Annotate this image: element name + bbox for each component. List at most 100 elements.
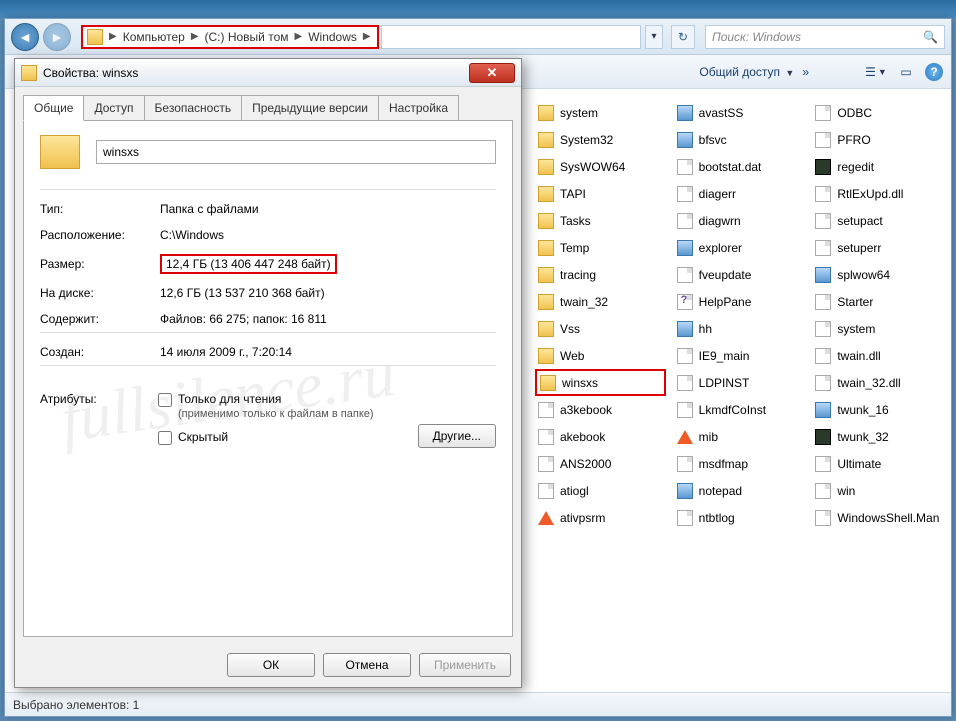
file-item[interactable]: IE9_main (674, 342, 805, 369)
nav-forward-button[interactable]: ► (43, 23, 71, 51)
file-item[interactable]: System32 (535, 126, 666, 153)
properties-dialog: Свойства: winsxs ✕ Общие Доступ Безопасн… (14, 58, 522, 688)
file-item[interactable]: notepad (674, 477, 805, 504)
file-icon (677, 402, 693, 418)
file-item[interactable]: akebook (535, 423, 666, 450)
file-item[interactable]: TAPI (535, 180, 666, 207)
file-label: ativpsrm (560, 511, 605, 525)
file-item[interactable]: system (812, 315, 943, 342)
file-item[interactable]: ntbtlog (674, 504, 805, 531)
dialog-titlebar[interactable]: Свойства: winsxs ✕ (15, 59, 521, 87)
file-item[interactable]: ANS2000 (535, 450, 666, 477)
search-input[interactable]: Поиск: Windows 🔍 (705, 25, 945, 49)
file-label: Temp (560, 241, 589, 255)
file-item[interactable]: WindowsShell.Man (812, 504, 943, 531)
file-item[interactable]: diagerr (674, 180, 805, 207)
folder-icon (87, 29, 103, 45)
file-icon (538, 402, 554, 418)
dark-icon (815, 159, 831, 175)
file-item[interactable]: Ultimate (812, 450, 943, 477)
tab-previous-versions[interactable]: Предыдущие версии (242, 95, 379, 121)
chevron-right-icon[interactable]: ▶ (107, 31, 119, 42)
file-item[interactable]: winsxs (535, 369, 666, 396)
file-item[interactable]: win (812, 477, 943, 504)
file-label: twunk_16 (837, 403, 888, 417)
file-item[interactable]: splwow64 (812, 261, 943, 288)
breadcrumb[interactable]: ▶ Компьютер ▶ (C:) Новый том ▶ Windows ▶ (81, 25, 379, 49)
other-attributes-button[interactable]: Другие... (418, 424, 496, 448)
file-item[interactable]: explorer (674, 234, 805, 261)
status-text: Выбрано элементов: 1 (13, 698, 139, 712)
preview-pane-button[interactable]: ▭ (895, 61, 917, 83)
chevron-right-icon[interactable]: ▶ (293, 31, 305, 42)
nav-back-button[interactable]: ◄ (11, 23, 39, 51)
file-item[interactable]: twain_32.dll (812, 369, 943, 396)
file-item[interactable]: a3kebook (535, 396, 666, 423)
address-dropdown[interactable]: ▾ (645, 25, 663, 49)
readonly-checkbox[interactable]: Только для чтения (применимо только к фа… (158, 392, 404, 420)
file-item[interactable]: Web (535, 342, 666, 369)
file-item[interactable]: ativpsrm (535, 504, 666, 531)
file-item[interactable]: mib (674, 423, 805, 450)
cancel-button[interactable]: Отмена (323, 653, 411, 677)
file-item[interactable]: avastSS (674, 99, 805, 126)
tab-customize[interactable]: Настройка (379, 95, 459, 121)
folder-icon (538, 213, 554, 229)
readonly-label: Только для чтения (178, 392, 281, 406)
file-item[interactable]: Tasks (535, 207, 666, 234)
file-item[interactable]: twunk_32 (812, 423, 943, 450)
file-item[interactable]: hh (674, 315, 805, 342)
chevron-right-icon[interactable]: ▶ (361, 31, 373, 42)
folder-name-input[interactable] (96, 140, 496, 164)
close-button[interactable]: ✕ (469, 63, 515, 83)
breadcrumb-seg[interactable]: (C:) Новый том (201, 30, 293, 44)
breadcrumb-seg[interactable]: Компьютер (119, 30, 189, 44)
file-item[interactable]: tracing (535, 261, 666, 288)
chevron-right-icon[interactable]: ▶ (189, 31, 201, 42)
hidden-input[interactable] (158, 431, 172, 445)
file-label: twain_32.dll (837, 376, 900, 390)
file-item[interactable]: msdfmap (674, 450, 805, 477)
file-item[interactable]: regedit (812, 153, 943, 180)
readonly-input[interactable] (158, 393, 172, 407)
more-menu[interactable]: » (802, 65, 809, 79)
file-item[interactable]: SysWOW64 (535, 153, 666, 180)
view-mode-button[interactable]: ☰ ▼ (865, 61, 887, 83)
folder-icon (21, 65, 37, 81)
file-item[interactable]: twunk_16 (812, 396, 943, 423)
file-item[interactable]: bootstat.dat (674, 153, 805, 180)
address-input[interactable] (381, 25, 641, 49)
file-item[interactable]: LDPINST (674, 369, 805, 396)
breadcrumb-seg[interactable]: Windows (304, 30, 361, 44)
file-item[interactable]: bfsvc (674, 126, 805, 153)
file-item[interactable]: LkmdfCoInst (674, 396, 805, 423)
contains-label: Содержит: (40, 312, 160, 326)
hidden-checkbox[interactable]: Скрытый (158, 430, 404, 445)
file-item[interactable]: diagwrn (674, 207, 805, 234)
file-item[interactable]: Temp (535, 234, 666, 261)
file-item[interactable]: PFRO (812, 126, 943, 153)
file-item[interactable]: RtlExUpd.dll (812, 180, 943, 207)
file-item[interactable]: atiogl (535, 477, 666, 504)
file-item[interactable]: fveupdate (674, 261, 805, 288)
file-item[interactable]: ODBC (812, 99, 943, 126)
apply-button[interactable]: Применить (419, 653, 511, 677)
tab-access[interactable]: Доступ (84, 95, 144, 121)
file-item[interactable]: Vss (535, 315, 666, 342)
file-label: bootstat.dat (699, 160, 762, 174)
dialog-buttons: ОК Отмена Применить (15, 645, 521, 687)
refresh-button[interactable]: ↻ (671, 25, 695, 49)
file-item[interactable]: Starter (812, 288, 943, 315)
file-item[interactable]: setupact (812, 207, 943, 234)
tab-security[interactable]: Безопасность (145, 95, 243, 121)
ok-button[interactable]: ОК (227, 653, 315, 677)
share-menu[interactable]: Общий доступ ▼ (699, 65, 794, 79)
file-item[interactable]: system (535, 99, 666, 126)
file-item[interactable]: twain_32 (535, 288, 666, 315)
file-item[interactable]: setuperr (812, 234, 943, 261)
file-item[interactable]: HelpPane (674, 288, 805, 315)
file-item[interactable]: twain.dll (812, 342, 943, 369)
help-button[interactable]: ? (925, 63, 943, 81)
file-label: IE9_main (699, 349, 750, 363)
tab-general[interactable]: Общие (23, 95, 84, 121)
